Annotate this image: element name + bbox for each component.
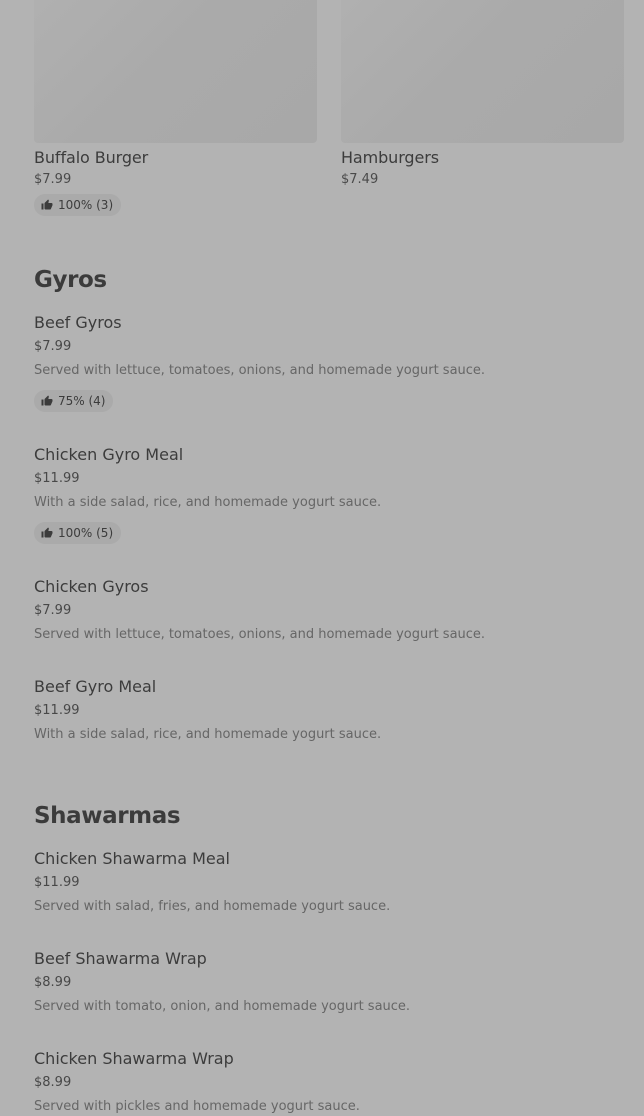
section-title: Gyros	[34, 267, 107, 293]
menu-item-beef-shawarma-wrap[interactable]: Beef Shawarma Wrap $8.99 Served with tom…	[34, 949, 624, 1016]
item-description: Served with lettuce, tomatoes, onions, a…	[34, 627, 486, 642]
menu-page: Buffalo Burger $7.99 100% (3) Hamburgers…	[0, 0, 644, 1115]
thumbs-up-icon	[41, 527, 53, 539]
item-price: $8.99	[34, 1075, 72, 1090]
item-description: Served with lettuce, tomatoes, onions, a…	[34, 363, 486, 378]
rating-badge: 100% (5)	[34, 522, 122, 544]
item-name: Chicken Shawarma Meal	[34, 849, 230, 868]
menu-item-chicken-shawarma-meal[interactable]: Chicken Shawarma Meal $11.99 Served with…	[34, 849, 624, 916]
rating-text: 100% (5)	[58, 526, 114, 540]
menu-item-beef-gyro-meal[interactable]: Beef Gyro Meal $11.99 With a side salad,…	[34, 677, 624, 744]
item-description: With a side salad, rice, and homemade yo…	[34, 727, 382, 742]
item-price: $11.99	[34, 471, 80, 486]
item-name: Chicken Gyros	[34, 577, 149, 596]
menu-item-beef-gyros[interactable]: Beef Gyros $7.99 Served with lettuce, to…	[34, 313, 624, 412]
menu-card-buffalo-burger[interactable]: Buffalo Burger $7.99 100% (3)	[34, 0, 317, 216]
item-price: $11.99	[34, 875, 80, 890]
item-name: Buffalo Burger	[34, 148, 149, 167]
menu-item-chicken-gyro-meal[interactable]: Chicken Gyro Meal $11.99 With a side sal…	[34, 445, 624, 544]
item-name: Beef Gyros	[34, 313, 122, 332]
item-price: $7.99	[34, 339, 72, 354]
section-title: Shawarmas	[34, 803, 181, 829]
item-name: Beef Gyro Meal	[34, 677, 157, 696]
section-gyros: Gyros Beef Gyros $7.99 Served with lettu…	[34, 266, 624, 756]
rating-text: 75% (4)	[58, 394, 106, 408]
item-description: Served with salad, fries, and homemade y…	[34, 899, 391, 914]
menu-item-chicken-gyros[interactable]: Chicken Gyros $7.99 Served with lettuce,…	[34, 577, 624, 644]
item-name: Chicken Shawarma Wrap	[34, 1049, 234, 1068]
item-price: $7.99	[34, 603, 72, 618]
item-name: Hamburgers	[341, 148, 439, 167]
item-image	[341, 0, 624, 143]
featured-items-row: Buffalo Burger $7.99 100% (3) Hamburgers…	[34, 0, 624, 230]
item-name: Beef Shawarma Wrap	[34, 949, 207, 968]
item-price: $8.99	[34, 975, 72, 990]
menu-item-chicken-shawarma-wrap[interactable]: Chicken Shawarma Wrap $8.99 Served with …	[34, 1049, 624, 1116]
menu-card-hamburgers[interactable]: Hamburgers $7.49	[341, 0, 624, 190]
item-description: Served with tomato, onion, and homemade …	[34, 999, 411, 1014]
item-image	[34, 0, 317, 143]
thumbs-up-icon	[41, 199, 53, 211]
section-shawarmas: Shawarmas Chicken Shawarma Meal $11.99 S…	[34, 802, 624, 1115]
thumbs-up-icon	[41, 395, 53, 407]
item-price: $7.99	[34, 172, 72, 187]
rating-text: 100% (3)	[58, 198, 114, 212]
item-name: Chicken Gyro Meal	[34, 445, 184, 464]
item-price: $11.99	[34, 703, 80, 718]
item-price: $7.49	[341, 172, 379, 187]
rating-badge: 75% (4)	[34, 390, 114, 412]
item-description: Served with pickles and homemade yogurt …	[34, 1099, 360, 1114]
rating-badge: 100% (3)	[34, 194, 122, 216]
item-description: With a side salad, rice, and homemade yo…	[34, 495, 382, 510]
